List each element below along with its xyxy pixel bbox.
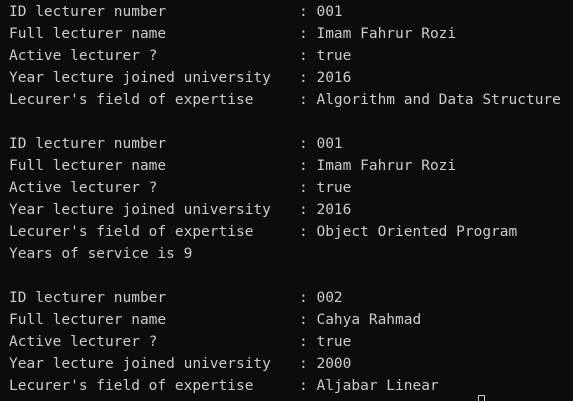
lecturer-year-row: Year lecture joined university : 2016 <box>9 67 561 89</box>
lecturer-year-row: Year lecture joined university : 2016 <box>9 199 561 221</box>
row-label: Lecurer's field of expertise <box>9 378 254 394</box>
row-value: : 002 <box>299 290 343 306</box>
terminal-output: ID lecturer number : 001 Full lecturer na… <box>0 0 573 401</box>
lecturer-id-row: ID lecturer number : 001 <box>9 1 561 23</box>
lecturer-id-row: ID lecturer number : 001 <box>9 133 561 155</box>
row-label: Year lecture joined university <box>9 356 271 372</box>
row-value: : Imam Fahrur Rozi <box>299 26 457 42</box>
row-value: : true <box>299 334 352 350</box>
lecturer-id-row: ID lecturer number : 002 <box>9 287 561 309</box>
row-label: Year lecture joined university <box>9 202 271 218</box>
row-value: : true <box>299 48 352 64</box>
row-value: : 2000 <box>299 356 352 372</box>
lecturer-active-row: Active lecturer ? : true <box>9 331 561 353</box>
lecturer-year-row: Year lecture joined university : 2000 <box>9 353 561 375</box>
row-value: : Algorithm and Data Structure <box>299 92 561 108</box>
lecturer-active-row: Active lecturer ? : true <box>9 45 561 67</box>
row-label: Active lecturer ? <box>9 334 158 350</box>
row-value: : Cahya Rahmad <box>299 312 422 328</box>
lecturer-active-row: Active lecturer ? : true <box>9 177 561 199</box>
row-value: : 001 <box>299 136 343 152</box>
row-label: Lecurer's field of expertise <box>9 92 254 108</box>
row-label: ID lecturer number <box>9 4 167 20</box>
row-label: Lecurer's field of expertise <box>9 224 254 240</box>
row-label: Full lecturer name <box>9 312 167 328</box>
terminal-cursor <box>478 395 485 401</box>
row-value: : 2016 <box>299 202 352 218</box>
row-label: ID lecturer number <box>9 136 167 152</box>
row-value: : 2016 <box>299 70 352 86</box>
lecturer-name-row: Full lecturer name : Imam Fahrur Rozi <box>9 155 561 177</box>
row-label: Year lecture joined university <box>9 70 271 86</box>
row-value: : Imam Fahrur Rozi <box>299 158 457 174</box>
lecturer-field-row: Lecurer's field of expertise : Algorithm … <box>9 89 561 111</box>
row-label: Full lecturer name <box>9 26 167 42</box>
row-value: : Aljabar Linear <box>299 378 439 394</box>
row-label: Active lecturer ? <box>9 180 158 196</box>
lecturer-name-row: Full lecturer name : Cahya Rahmad <box>9 309 561 331</box>
lecturer-name-row: Full lecturer name : Imam Fahrur Rozi <box>9 23 561 45</box>
row-value: : Object Oriented Program <box>299 224 518 240</box>
terminal-lines: ID lecturer number : 001 Full lecturer na… <box>9 1 561 397</box>
row-label: Full lecturer name <box>9 158 167 174</box>
years-of-service-line: Years of service is 9 <box>9 246 193 262</box>
row-value: : 001 <box>299 4 343 20</box>
lecturer-field-row: Lecurer's field of expertise : Aljabar Li… <box>9 375 561 397</box>
row-label: Active lecturer ? <box>9 48 158 64</box>
row-value: : true <box>299 180 352 196</box>
lecturer-field-row: Lecurer's field of expertise : Object Ori… <box>9 221 561 243</box>
row-label: ID lecturer number <box>9 290 167 306</box>
